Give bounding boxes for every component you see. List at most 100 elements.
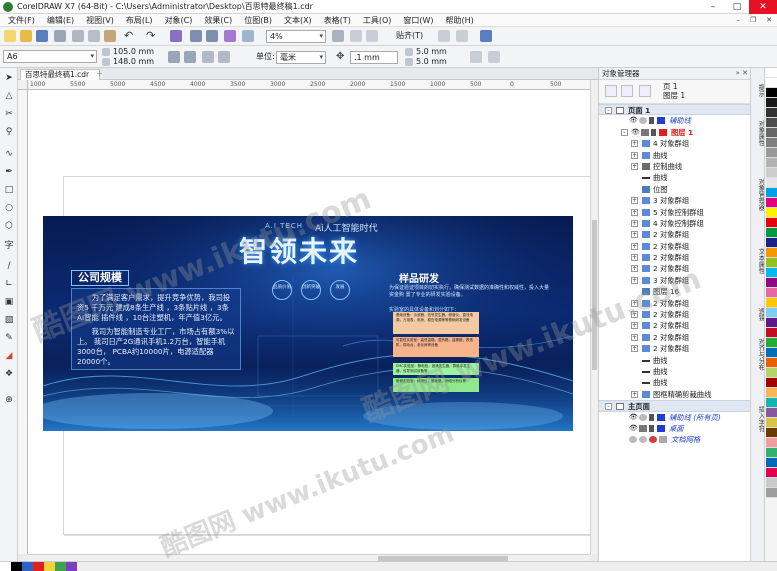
connector-tool-icon[interactable]: ∟ <box>3 278 15 290</box>
edit-with-icon[interactable] <box>488 51 500 63</box>
tree-object-item[interactable]: +2 对象群组 <box>599 332 751 343</box>
color-swatch[interactable] <box>766 188 777 198</box>
undo-icon[interactable]: ↶ <box>124 30 136 42</box>
lock-icon[interactable] <box>649 413 654 421</box>
expand-icon[interactable]: + <box>631 151 638 159</box>
units-select[interactable]: 毫米 ▾ <box>276 51 326 64</box>
rulers-icon[interactable] <box>350 30 362 42</box>
add-tab-button[interactable]: + <box>96 69 103 78</box>
color-swatch[interactable] <box>766 468 777 478</box>
interactive-fill-icon[interactable]: ◢ <box>3 350 15 362</box>
color-swatch[interactable] <box>766 198 777 208</box>
add-tool-icon[interactable]: ⊕ <box>3 394 15 406</box>
color-swatch[interactable] <box>766 308 777 318</box>
tree-object-item[interactable]: 曲线 <box>599 377 751 388</box>
expand-icon[interactable]: + <box>631 231 638 239</box>
color-swatch[interactable] <box>0 562 11 571</box>
grid-icon[interactable] <box>366 30 378 42</box>
color-swatch[interactable] <box>766 278 777 288</box>
page-height-field[interactable]: 148.0 mm <box>113 56 154 68</box>
color-swatch[interactable] <box>766 288 777 298</box>
vertical-scrollbar[interactable] <box>590 80 598 554</box>
color-swatch[interactable] <box>766 178 777 188</box>
tree-master-page[interactable]: - 主页面 <box>599 400 751 412</box>
color-swatch[interactable] <box>766 208 777 218</box>
expand-icon[interactable]: + <box>631 162 638 170</box>
tree-object-item[interactable]: +2 对象群组 <box>599 309 751 320</box>
paste-icon[interactable] <box>104 30 116 42</box>
expand-icon[interactable]: + <box>631 345 638 353</box>
parallel-dimension-icon[interactable]: ∕ <box>3 260 15 272</box>
menu-object[interactable]: 对象(C) <box>159 15 199 26</box>
treat-as-filled-icon[interactable] <box>470 51 482 63</box>
color-swatch[interactable] <box>766 108 777 118</box>
freehand-tool-icon[interactable]: ∿ <box>3 148 15 160</box>
color-swatch[interactable] <box>766 228 777 238</box>
expand-icon[interactable]: + <box>631 219 638 227</box>
tree-object-item[interactable]: 曲线 <box>599 355 751 366</box>
hidden-eye-icon[interactable] <box>629 436 637 444</box>
search-content-icon[interactable] <box>170 30 182 42</box>
menu-bitmaps[interactable]: 位图(B) <box>238 15 278 26</box>
collapse-icon[interactable]: - <box>621 128 628 136</box>
banner-artwork[interactable]: A.I TECH Ai人工智能时代 智领未来 品质价值 创新突破 发展 公司规模… <box>43 216 573 431</box>
expand-icon[interactable]: + <box>631 299 638 307</box>
expand-icon[interactable]: + <box>631 390 638 398</box>
application-options-icon[interactable] <box>456 30 468 42</box>
color-swatch[interactable] <box>766 448 777 458</box>
color-swatch[interactable] <box>766 388 777 398</box>
tree-object-item[interactable]: +2 对象群组 <box>599 229 751 240</box>
color-swatch[interactable] <box>766 88 777 98</box>
menu-layout[interactable]: 布局(L) <box>120 15 159 26</box>
color-swatch[interactable] <box>766 218 777 228</box>
tab-insert-character[interactable]: 插入字符 <box>752 406 765 432</box>
eye-icon[interactable]: 👁 <box>629 413 638 421</box>
ellipse-tool-icon[interactable]: ○ <box>3 202 15 214</box>
tree-object-item[interactable]: + 图框精确剪裁曲线 <box>599 389 751 400</box>
color-swatch[interactable] <box>766 418 777 428</box>
edit-across-layers-icon[interactable] <box>639 85 651 97</box>
show-properties-icon[interactable] <box>621 85 633 97</box>
duplicate-y-field[interactable]: 5.0 mm <box>416 56 447 68</box>
new-document-icon[interactable] <box>4 30 16 42</box>
color-swatch[interactable] <box>766 458 777 468</box>
tree-object-item[interactable]: + 控制曲线 <box>599 161 751 172</box>
color-swatch[interactable] <box>55 562 66 571</box>
expand-icon[interactable]: + <box>631 322 638 330</box>
tree-object-item[interactable]: +5 对象控制群组 <box>599 207 751 218</box>
color-swatch[interactable] <box>766 398 777 408</box>
full-screen-icon[interactable] <box>332 30 344 42</box>
color-swatch[interactable] <box>766 488 777 498</box>
expand-icon[interactable]: + <box>631 197 638 205</box>
tab-object-manager[interactable]: 对象管理器 <box>752 178 765 211</box>
eye-icon[interactable]: 👁 <box>631 128 640 136</box>
print-icon[interactable] <box>639 424 647 432</box>
color-swatch[interactable] <box>766 238 777 248</box>
color-swatch[interactable] <box>766 138 777 148</box>
expand-icon[interactable]: + <box>631 311 638 319</box>
print-icon[interactable] <box>641 128 649 136</box>
docker-close-icon[interactable]: » ✕ <box>736 68 748 79</box>
cut-icon[interactable] <box>72 30 84 42</box>
color-swatch[interactable] <box>766 78 777 88</box>
tree-layer-1[interactable]: - 👁 图层 1 <box>599 127 751 138</box>
lock-icon[interactable] <box>649 436 657 444</box>
tree-desktop-layer[interactable]: 👁 桌面 <box>599 423 751 434</box>
no-fill-swatch[interactable] <box>766 68 777 78</box>
tree-object-item[interactable]: +4 对象群组 <box>599 138 751 149</box>
color-swatch[interactable] <box>766 168 777 178</box>
collapse-icon[interactable]: - <box>605 107 612 114</box>
menu-table[interactable]: 表格(T) <box>318 15 357 26</box>
tab-hints[interactable]: 提示 <box>752 84 765 97</box>
import-icon[interactable] <box>190 30 202 42</box>
color-swatch[interactable] <box>766 348 777 358</box>
color-swatch[interactable] <box>766 408 777 418</box>
zoom-tool-icon[interactable]: ⚲ <box>3 126 15 138</box>
tree-object-item[interactable]: +2 对象群组 <box>599 343 751 354</box>
collapse-icon[interactable]: - <box>605 403 612 411</box>
menu-help[interactable]: 帮助(H) <box>440 15 480 26</box>
color-swatch[interactable] <box>766 248 777 258</box>
tree-object-item[interactable]: +3 对象群组 <box>599 195 751 206</box>
tree-object-item[interactable]: 图层 16 <box>599 286 751 297</box>
artistic-media-icon[interactable]: ✒ <box>3 166 15 178</box>
